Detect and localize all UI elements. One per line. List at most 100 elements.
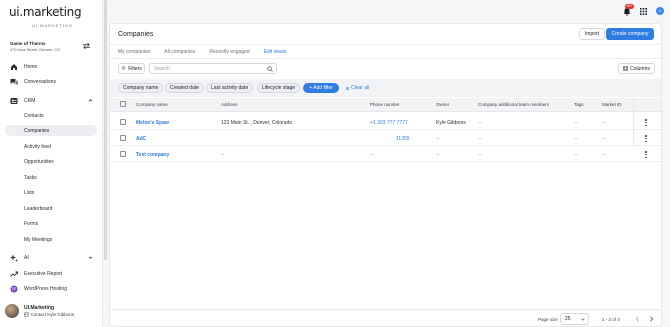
tab-all-companies[interactable]: All companies: [164, 49, 195, 55]
tab-recently-engaged[interactable]: Recently engaged: [209, 49, 249, 55]
sidebar-item-ai[interactable]: AI: [5, 252, 98, 263]
search-input[interactable]: [154, 64, 264, 73]
add-filter-label: Add filter: [313, 85, 333, 91]
filter-chip-last-activity-date[interactable]: Last activity date: [206, 83, 254, 93]
wordpress-icon: W: [9, 284, 18, 293]
sidebar-item-activity-feed[interactable]: Activity feed: [5, 141, 97, 152]
page-size-label: Page size: [538, 317, 558, 322]
column-header-company-name[interactable]: Company name: [136, 102, 168, 107]
create-company-button[interactable]: Create company: [606, 28, 654, 40]
account-avatar[interactable]: U: [656, 7, 664, 15]
sidebar-item-label: Executive Report: [24, 270, 63, 277]
logo[interactable]: ui.marketing: [9, 5, 82, 19]
filters-label: Filters: [128, 65, 142, 72]
divider: [110, 58, 661, 59]
divider: [110, 44, 661, 45]
column-header-phone[interactable]: Phone number: [370, 102, 400, 107]
sidebar-item-contacts[interactable]: Contacts: [5, 110, 97, 121]
company-phone-link[interactable]: +1 303 777 7777: [370, 120, 408, 126]
row-actions-menu[interactable]: [645, 119, 647, 127]
add-filter-button[interactable]: + Add filter: [303, 83, 339, 93]
company-address: 123 Main St. , Denver, Colorado: [221, 120, 293, 126]
apps-grid-icon[interactable]: [640, 8, 647, 15]
table-header: Company name Address Phone number Owner …: [110, 98, 661, 112]
user-name: UI.Marketing: [24, 305, 55, 311]
columns-button[interactable]: Columns: [618, 63, 655, 74]
filter-icon: [121, 66, 126, 71]
company-team-members: --: [478, 152, 482, 158]
chevron-right-icon[interactable]: [649, 316, 654, 322]
edit-views-link[interactable]: Edit views: [264, 49, 287, 55]
sidebar-item-companies[interactable]: Companies: [5, 125, 97, 136]
avatar: [5, 304, 19, 318]
sidebar-item-forms[interactable]: Forms: [5, 218, 97, 229]
sidebar-item-lists[interactable]: Lists: [5, 187, 97, 198]
company-owner: --: [436, 136, 440, 142]
user-profile[interactable]: UI.Marketing Contact Kyle Gibbons: [5, 304, 100, 322]
column-header-owner[interactable]: Owner: [436, 102, 449, 107]
column-header-address[interactable]: Address: [221, 102, 238, 107]
company-tags: --: [574, 152, 578, 158]
company-phone: --: [370, 152, 374, 158]
sidebar-item-executive-report[interactable]: Executive Report: [5, 268, 98, 279]
sidebar-item-wordpress-hosting[interactable]: W WordPress Hosting: [5, 283, 98, 294]
tab-my-companies[interactable]: My companies: [118, 49, 150, 55]
swap-icon[interactable]: [82, 42, 91, 50]
company-phone-link[interactable]: 11355: [396, 136, 410, 142]
clear-all-label: Clear all: [351, 85, 370, 91]
filter-chip-created-date[interactable]: Created date: [165, 83, 204, 93]
sidebar: ui.marketing UI.MARKETING Game of Therms…: [0, 0, 103, 327]
company-name-link[interactable]: Test company: [136, 152, 169, 158]
sidebar-item-opportunities[interactable]: Opportunities: [5, 156, 97, 167]
company-name-link[interactable]: Melon's Spaw: [136, 120, 169, 126]
search-field[interactable]: [149, 63, 277, 74]
page-size-select[interactable]: 25: [560, 313, 589, 325]
svg-text:W: W: [11, 286, 16, 292]
page-title: Companies: [118, 31, 154, 38]
select-all-checkbox[interactable]: [120, 101, 126, 107]
row-checkbox[interactable]: [120, 119, 126, 125]
sidebar-item-conversations[interactable]: Conversations: [5, 76, 98, 87]
sidebar-item-my-meetings[interactable]: My Meetings: [5, 234, 97, 245]
table-row[interactable]: AdC 11355 -- -- -- --: [110, 131, 661, 146]
row-checkbox[interactable]: [120, 151, 126, 157]
sidebar-item-label: Home: [24, 63, 38, 70]
column-divider: [633, 98, 634, 145]
home-icon: [9, 62, 18, 71]
sidebar-item-leaderboard[interactable]: Leaderboard: [5, 203, 97, 214]
close-icon: [345, 86, 350, 90]
row-checkbox[interactable]: [120, 135, 126, 141]
filter-chip-lifecycle-stage[interactable]: Lifecycle stage: [257, 83, 301, 93]
search-icon: [267, 66, 273, 72]
company-name-link[interactable]: AdC: [136, 136, 146, 142]
row-actions-menu[interactable]: [645, 135, 647, 143]
clear-all-button[interactable]: Clear all: [345, 85, 369, 91]
company-team-members: --: [478, 120, 482, 126]
company-team-members: --: [478, 136, 482, 142]
user-contact-label: Contact Kyle Gibbons: [30, 312, 75, 317]
pagination-range: 1 - 3 of 3: [602, 317, 620, 322]
sidebar-item-label: AI: [24, 254, 29, 261]
sidebar-item-label: CRM: [24, 97, 36, 104]
column-header-market-id[interactable]: Market ID: [602, 102, 622, 107]
sidebar-item-tasks[interactable]: Tasks: [5, 172, 97, 183]
filter-chip-company-name[interactable]: Company name: [118, 83, 164, 93]
row-actions-menu[interactable]: [645, 151, 647, 159]
sidebar-item-crm[interactable]: CRM: [5, 95, 98, 106]
sidebar-item-home[interactable]: Home: [5, 61, 98, 72]
sidebar-scrollbar[interactable]: [104, 0, 107, 260]
company-market-id: --: [602, 152, 606, 158]
crm-icon: [9, 96, 18, 105]
sidebar-item-label: WordPress Hosting: [24, 285, 67, 292]
column-header-team-members[interactable]: Company additional team members: [478, 102, 549, 107]
company-market-id: --: [602, 136, 606, 142]
columns-label: Columns: [630, 65, 650, 72]
filters-button[interactable]: Filters: [118, 63, 145, 74]
chevron-left-icon[interactable]: [635, 316, 640, 322]
table-row[interactable]: Test company -- -- -- -- -- --: [110, 147, 661, 162]
table-row[interactable]: Melon's Spaw 123 Main St. , Denver, Colo…: [110, 115, 661, 130]
chat-icon: [9, 77, 18, 86]
sidebar-item-label: Conversations: [24, 78, 56, 85]
column-header-tags[interactable]: Tags: [574, 102, 584, 107]
import-button[interactable]: Import: [579, 28, 605, 40]
